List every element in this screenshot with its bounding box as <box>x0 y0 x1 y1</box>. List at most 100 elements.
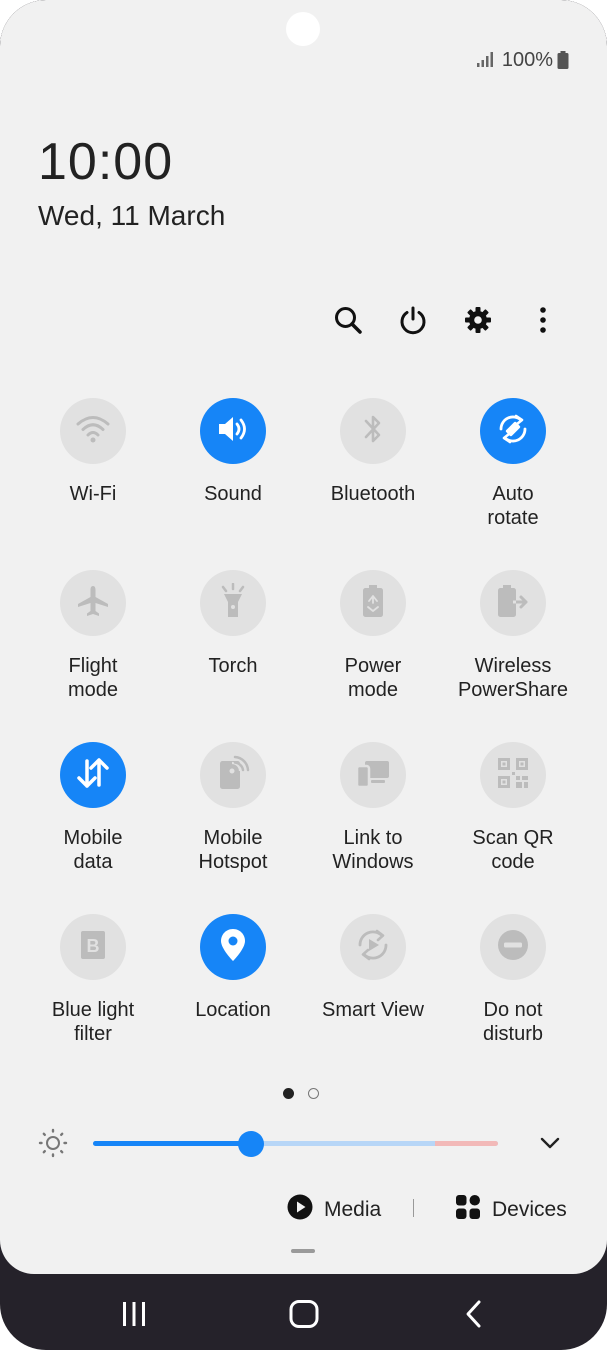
tile-wifi-button[interactable] <box>60 398 126 464</box>
airplane-icon <box>75 583 111 624</box>
tile-scan-qr-code[interactable]: Scan QR code <box>443 742 583 914</box>
torch-icon <box>218 582 248 624</box>
power-icon[interactable] <box>380 300 445 340</box>
brightness-slider-thumb[interactable] <box>238 1131 264 1157</box>
tile-mobile-data-label: Mobile data <box>63 827 123 873</box>
tile-flight-mode-button[interactable] <box>60 570 126 636</box>
tile-link-to-windows[interactable]: Link to Windows <box>303 742 443 914</box>
settings-icon[interactable] <box>445 300 510 340</box>
quick-settings-panel: 100% 10:00 Wed, 11 March Wi-Fi Sound Blu… <box>0 0 607 1274</box>
devices-label: Devices <box>492 1198 567 1221</box>
tile-mobile-hotspot-label: Mobile Hotspot <box>198 827 268 873</box>
tile-mobile-hotspot-button[interactable] <box>200 742 266 808</box>
search-icon[interactable] <box>315 300 380 340</box>
tile-mobile-data-button[interactable] <box>60 742 126 808</box>
tile-location-button[interactable] <box>200 914 266 980</box>
media-devices-row: Media Devices <box>0 1190 607 1228</box>
clock-date[interactable]: Wed, 11 March <box>38 200 225 232</box>
panel-drag-handle[interactable] <box>291 1249 315 1253</box>
auto-rotate-icon <box>495 411 531 452</box>
quick-settings-grid: Wi-Fi Sound Bluetooth Auto rotate Flight… <box>23 398 583 1086</box>
media-button[interactable]: Media <box>287 1194 381 1226</box>
tile-power-mode-label: Power mode <box>344 655 402 701</box>
tile-torch-label: Torch <box>208 655 258 677</box>
phone-screen: 100% 10:00 Wed, 11 March Wi-Fi Sound Blu… <box>0 0 607 1350</box>
tile-flight-mode-label: Flight mode <box>67 655 119 701</box>
devices-icon <box>455 1194 481 1226</box>
tile-torch-button[interactable] <box>200 570 266 636</box>
svg-text:B: B <box>87 936 100 956</box>
brightness-control <box>0 1124 607 1164</box>
tile-auto-rotate-button[interactable] <box>480 398 546 464</box>
play-icon <box>287 1194 313 1226</box>
devices-button[interactable]: Devices <box>455 1194 567 1226</box>
tile-bluetooth-label: Bluetooth <box>330 483 416 505</box>
tile-smart-view[interactable]: Smart View <box>303 914 443 1086</box>
tile-scan-qr-code-button[interactable] <box>480 742 546 808</box>
tile-location-label: Location <box>195 999 271 1021</box>
tile-auto-rotate[interactable]: Auto rotate <box>443 398 583 570</box>
recent-apps-icon[interactable] <box>104 1294 164 1334</box>
tile-link-to-windows-label: Link to Windows <box>332 827 414 873</box>
tile-wireless-powershare[interactable]: Wireless PowerShare <box>443 570 583 742</box>
brightness-slider-track[interactable] <box>93 1141 498 1146</box>
page-dot-1[interactable] <box>283 1088 294 1099</box>
tile-blue-light-filter[interactable]: B Blue light filter <box>23 914 163 1086</box>
tile-location[interactable]: Location <box>163 914 303 1086</box>
wifi-icon <box>76 414 110 449</box>
page-indicator <box>283 1088 319 1099</box>
clock-time[interactable]: 10:00 <box>38 132 173 192</box>
brightness-icon <box>38 1128 68 1163</box>
signal-icon <box>476 52 494 68</box>
tile-wireless-powershare-button[interactable] <box>480 570 546 636</box>
smart-view-icon <box>354 926 392 969</box>
tile-mobile-hotspot[interactable]: Mobile Hotspot <box>163 742 303 914</box>
more-options-icon[interactable] <box>510 300 575 340</box>
tile-flight-mode[interactable]: Flight mode <box>23 570 163 742</box>
tile-torch[interactable]: Torch <box>163 570 303 742</box>
tile-mobile-data[interactable]: Mobile data <box>23 742 163 914</box>
tile-link-to-windows-button[interactable] <box>340 742 406 808</box>
tile-bluetooth-button[interactable] <box>340 398 406 464</box>
brightness-high-zone <box>435 1141 498 1146</box>
wireless-powershare-icon <box>496 583 530 624</box>
divider <box>413 1199 414 1217</box>
sound-icon <box>216 414 250 449</box>
tile-sound[interactable]: Sound <box>163 398 303 570</box>
battery-icon <box>557 51 569 69</box>
tile-do-not-disturb-label: Do not disturb <box>482 999 544 1045</box>
navigation-bar <box>0 1274 607 1350</box>
tile-wireless-powershare-label: Wireless PowerShare <box>457 655 569 701</box>
hotspot-icon <box>216 755 250 796</box>
tile-do-not-disturb-button[interactable] <box>480 914 546 980</box>
qr-code-icon <box>496 756 530 795</box>
tile-blue-light-filter-label: Blue light filter <box>51 999 135 1045</box>
tile-sound-button[interactable] <box>200 398 266 464</box>
tile-power-mode-button[interactable] <box>340 570 406 636</box>
blue-light-filter-icon: B <box>78 929 108 966</box>
home-icon[interactable] <box>274 1294 334 1334</box>
do-not-disturb-icon <box>496 928 530 967</box>
location-icon <box>219 927 247 968</box>
chevron-down-icon[interactable] <box>539 1132 561 1159</box>
tile-blue-light-filter-button[interactable]: B <box>60 914 126 980</box>
tile-smart-view-label: Smart View <box>322 999 424 1021</box>
tile-smart-view-button[interactable] <box>340 914 406 980</box>
quick-panel-toolbar <box>315 300 575 340</box>
power-mode-icon <box>360 583 386 624</box>
tile-sound-label: Sound <box>204 483 262 505</box>
back-icon[interactable] <box>444 1294 504 1334</box>
tile-auto-rotate-label: Auto rotate <box>487 483 539 529</box>
page-dot-2[interactable] <box>308 1088 319 1099</box>
status-bar: 100% <box>476 48 569 72</box>
mobile-data-icon <box>76 757 110 794</box>
tile-bluetooth[interactable]: Bluetooth <box>303 398 443 570</box>
bluetooth-icon <box>361 412 385 451</box>
front-camera <box>286 12 320 46</box>
tile-wifi[interactable]: Wi-Fi <box>23 398 163 570</box>
tile-power-mode[interactable]: Power mode <box>303 570 443 742</box>
tile-do-not-disturb[interactable]: Do not disturb <box>443 914 583 1086</box>
media-label: Media <box>324 1198 382 1221</box>
brightness-slider-fill <box>93 1141 251 1146</box>
battery-percentage: 100% <box>501 48 553 71</box>
